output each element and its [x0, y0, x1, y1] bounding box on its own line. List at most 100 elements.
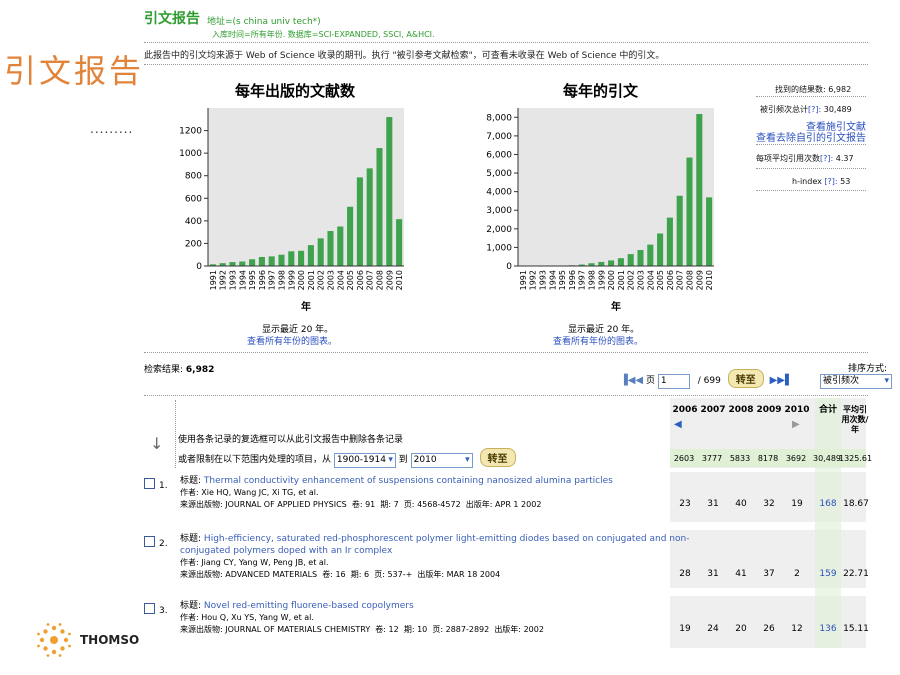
x-tick-label: 2009	[695, 270, 704, 290]
pager: ▐◀◀ 页 1 / 699 转至 ▶▶▌	[620, 369, 793, 389]
table-cell: 12	[791, 624, 803, 634]
bar	[627, 254, 634, 266]
to-year-select[interactable]: 2010 ▾	[410, 453, 473, 468]
next-year-icon[interactable]: ▶	[792, 419, 800, 430]
x-tick-label: 2000	[297, 270, 306, 290]
bar	[608, 260, 615, 266]
chevron-down-icon: ▾	[465, 455, 470, 465]
table-header-5: 合计	[818, 405, 837, 415]
slide-dots: .........	[90, 122, 134, 136]
chevron-down-icon: ▾	[884, 376, 889, 386]
table-cell: 2	[794, 569, 800, 579]
bar	[666, 217, 673, 266]
bar	[307, 245, 314, 266]
table-header-0[interactable]: 2006	[672, 405, 698, 415]
x-tick-label: 1995	[558, 270, 567, 290]
table-cell[interactable]: 168	[815, 499, 841, 509]
y-tick-label: 5,000	[486, 169, 512, 179]
record-title-link[interactable]: Novel red-emitting fluorene-based copoly…	[204, 601, 414, 611]
table-cell: 41	[735, 569, 747, 579]
last-page-icon[interactable]: ▶▌	[777, 375, 792, 386]
table-cell: 20	[735, 624, 747, 634]
x-tick-label: 1994	[238, 270, 247, 290]
bar	[386, 117, 393, 267]
x-tick-label: 1995	[248, 270, 257, 290]
bar	[278, 254, 285, 266]
cites-all-years-link[interactable]: 查看所有年份的图表。	[553, 334, 643, 347]
total-cell-3: 8178	[757, 454, 779, 463]
total-cell-6: 1325.61	[839, 454, 873, 463]
bar	[268, 256, 275, 266]
results-count: 检索结果: 6,982	[144, 365, 215, 375]
table-header-2[interactable]: 2008	[728, 405, 754, 415]
filter-go-button[interactable]: 转至	[479, 448, 516, 467]
thomson-logo-icon	[36, 622, 72, 658]
page-input[interactable]: 1	[657, 374, 690, 389]
bar	[337, 226, 344, 266]
record-checkbox[interactable]	[144, 603, 155, 614]
bar	[347, 206, 354, 266]
x-tick-label: 2009	[385, 270, 394, 290]
record-title-link[interactable]: conjugated polymers doped with an Ir com…	[180, 546, 392, 556]
help-link[interactable]: [?]:	[808, 105, 821, 114]
table-cell: 40	[735, 499, 747, 509]
first-page-icon[interactable]: ▐◀	[620, 375, 635, 386]
bar	[686, 157, 693, 266]
record-title-link[interactable]: Thermal conductivity enhancement of susp…	[204, 476, 613, 486]
prev-page-icon[interactable]: ◀	[635, 375, 643, 386]
table-cell: 32	[763, 499, 775, 509]
bar	[298, 250, 305, 266]
bar	[288, 251, 295, 266]
table-header-3[interactable]: 2009	[756, 405, 782, 415]
cites-chart-title: 每年的引文	[563, 82, 639, 100]
table-cell[interactable]: 136	[815, 624, 841, 634]
record-number: 2.	[159, 539, 168, 549]
help-link[interactable]: [?]:	[820, 154, 833, 163]
y-tick-label: 7,000	[486, 132, 512, 142]
record-checkbox[interactable]	[144, 536, 155, 547]
x-tick-label: 2001	[307, 270, 316, 290]
divider	[144, 395, 868, 396]
x-tick-label: 2008	[686, 270, 695, 290]
bar	[637, 250, 644, 266]
y-tick-label: 2,000	[486, 225, 512, 235]
sort-label: 排序方式:	[848, 364, 888, 374]
bar	[229, 262, 236, 266]
x-tick-label: 2002	[317, 270, 326, 290]
table-cell: 37	[763, 569, 775, 579]
go-page-button[interactable]: 转至	[727, 369, 764, 388]
divider	[756, 144, 866, 145]
x-tick-label: 2010	[395, 270, 404, 290]
table-header-1[interactable]: 2007	[700, 405, 726, 415]
address-line: 地址=(s china univ tech*)	[207, 17, 321, 27]
x-tick-label: 2003	[637, 270, 646, 290]
x-tick-label: 1991	[209, 270, 218, 290]
bar	[647, 244, 654, 266]
report-note: 此报告中的引文均来源于 Web of Science 收录的期刊。执行 "被引参…	[144, 51, 665, 61]
table-header-4[interactable]: 2010	[784, 405, 810, 415]
pubs-all-years-link[interactable]: 查看所有年份的图表。	[247, 334, 337, 347]
total-cell-4: 3692	[785, 454, 807, 463]
x-tick-label: 1993	[539, 270, 548, 290]
x-tick-label: 1992	[529, 270, 538, 290]
y-tick-label: 4,000	[486, 188, 512, 198]
y-tick-label: 0	[506, 262, 512, 272]
cites-chart: 0 1,000 2,000 3,000 4,000 5,000 6,000 7,000 8,00…	[486, 108, 714, 313]
x-tick-label: 2005	[656, 270, 665, 290]
from-year-select[interactable]: 1900-1914 ▾	[333, 453, 396, 468]
bar	[366, 168, 373, 266]
sort-select[interactable]: 被引频次 ▾	[820, 374, 892, 389]
x-tick-label: 2006	[666, 270, 675, 290]
prev-year-icon[interactable]: ◀	[674, 419, 682, 430]
pubs-chart-title: 每年出版的文献数	[235, 82, 356, 100]
help-link[interactable]: [?]:	[824, 177, 837, 186]
list-item: 标题: Thermal conductivity enhancement of …	[180, 476, 613, 509]
record-number: 3.	[159, 606, 168, 616]
filter-note: 使用各条记录的复选框可以从此引文报告中删除各条记录	[178, 435, 404, 445]
record-title-link[interactable]: High-efficiency, saturated red-phosphore…	[204, 534, 690, 544]
x-tick-label: 1999	[597, 270, 606, 290]
view-no-self-citation-link[interactable]: 查看去除自引的引文报告	[756, 129, 866, 144]
bar	[356, 177, 363, 266]
table-cell[interactable]: 159	[815, 569, 841, 579]
record-checkbox[interactable]	[144, 478, 155, 489]
